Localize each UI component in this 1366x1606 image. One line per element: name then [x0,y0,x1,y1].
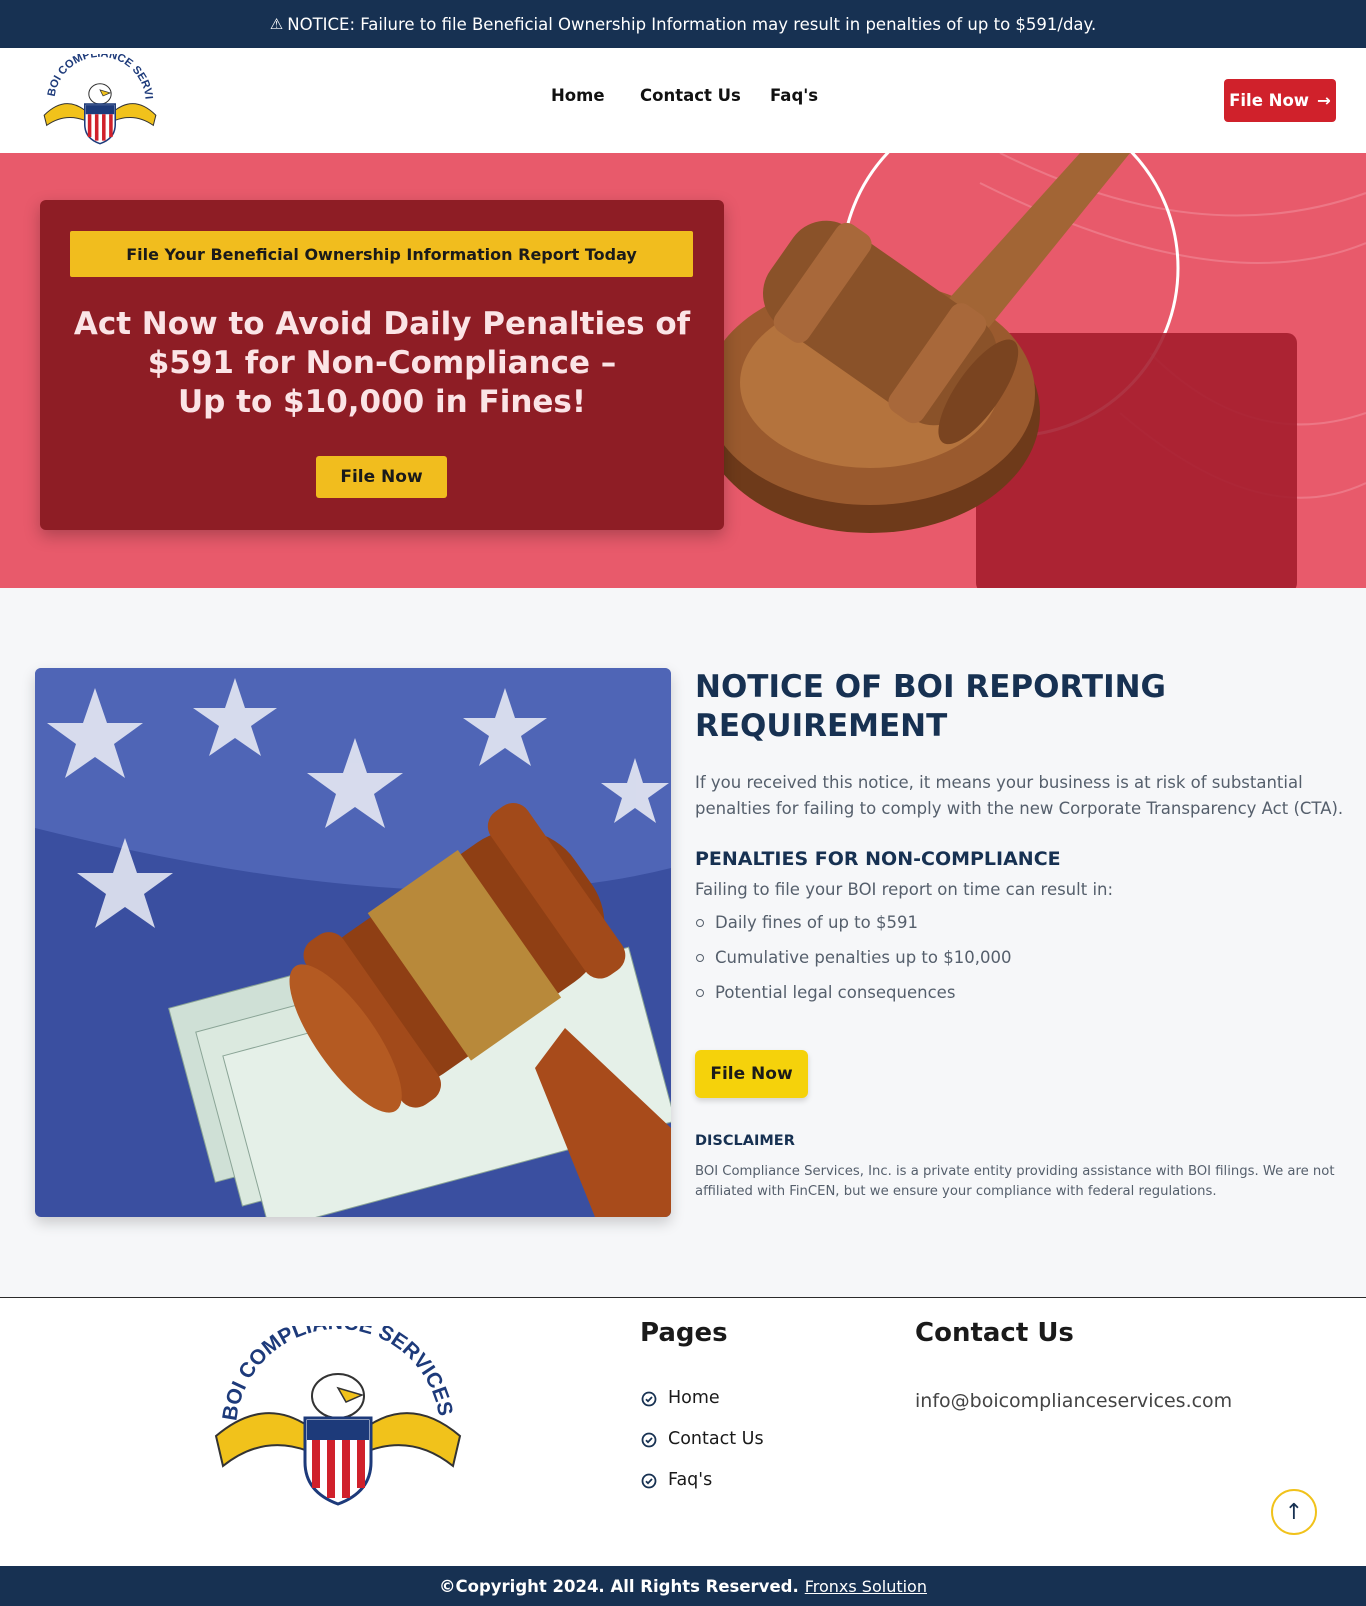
warning-icon: ⚠ [269,15,284,33]
arrow-right-icon: → [1317,91,1331,110]
footer-link-contact-us[interactable]: Contact Us [641,1429,764,1470]
footer-email-link[interactable]: info@boicomplianceservices.com [915,1390,1232,1412]
hero-tagline: File Your Beneficial Ownership Informati… [70,231,693,277]
check-circle-icon [641,1391,657,1407]
list-item: Cumulative penalties up to $10,000 [695,946,1345,981]
main-nav: Home Contact Us Faq's [0,48,1366,153]
notice-title-line1: NOTICE OF BOI REPORTING [695,669,1166,705]
notice-title: NOTICE OF BOI REPORTING REQUIREMENT [695,668,1345,746]
notice-file-now-button[interactable]: File Now [695,1050,808,1098]
nav-home[interactable]: Home [551,86,605,105]
arrow-up-icon: ↑ [1284,1499,1304,1525]
hero-heading-line2: $591 for Non-Compliance – [147,345,617,381]
footer-link-label: Faq's [668,1470,713,1490]
credit-link[interactable]: Fronxs Solution [805,1577,927,1596]
check-circle-icon [641,1432,657,1448]
top-notice-bar: ⚠ NOTICE: Failure to file Beneficial Own… [0,0,1366,48]
footer-pages-title: Pages [640,1318,728,1348]
header-file-now-label: File Now [1229,91,1310,110]
footer-pages-list: Home Contact Us Faq's [641,1388,764,1511]
footer-link-label: Home [668,1388,720,1408]
site-header: BOI COMPLIANCE SERVICES Home Contact Us … [0,48,1366,153]
footer-logo: BOI COMPLIANCE SERVICES [214,1326,462,1506]
back-to-top-button[interactable]: ↑ [1271,1489,1317,1535]
list-item: Potential legal consequences [695,981,1345,1016]
penalties-title: PENALTIES FOR NON-COMPLIANCE [695,848,1061,870]
check-circle-icon [641,1473,657,1489]
notice-title-line2: REQUIREMENT [695,708,948,744]
nav-faqs[interactable]: Faq's [770,86,818,105]
copyright-bar: ©Copyright 2024. All Rights Reserved. Fr… [0,1566,1366,1606]
footer-link-faqs[interactable]: Faq's [641,1470,764,1511]
hero-heading-line1: Act Now to Avoid Daily Penalties of [73,306,691,342]
penalties-intro: Failing to file your BOI report on time … [695,880,1114,899]
boi-notice-section: NOTICE OF BOI REPORTING REQUIREMENT If y… [695,668,1345,1199]
disclaimer-title: DISCLAIMER [695,1133,795,1149]
notice-intro: If you received this notice, it means yo… [695,773,1344,818]
hero-banner: File Your Beneficial Ownership Informati… [0,153,1366,588]
notice-text: NOTICE: Failure to file Beneficial Owner… [287,14,1097,34]
footer-contact-title: Contact Us [915,1318,1074,1348]
hero-heading-line3: Up to $10,000 in Fines! [177,384,587,420]
footer-link-home[interactable]: Home [641,1388,764,1429]
gavel-money-flag-image [35,668,671,1217]
copyright-text: ©Copyright 2024. All Rights Reserved. [439,1576,799,1596]
hero-file-now-button[interactable]: File Now [316,456,447,498]
footer-link-label: Contact Us [668,1429,764,1449]
hero-heading: Act Now to Avoid Daily Penalties of $591… [40,305,724,422]
disclaimer-text: BOI Compliance Services, Inc. is a priva… [695,1164,1335,1199]
list-item: Daily fines of up to $591 [695,911,1345,946]
penalties-list: Daily fines of up to $591 Cumulative pen… [695,911,1345,1016]
hero-card: File Your Beneficial Ownership Informati… [40,200,724,530]
header-file-now-button[interactable]: File Now → [1224,79,1336,122]
site-footer: BOI COMPLIANCE SERVICES Pages Home Conta… [0,1297,1366,1566]
nav-contact-us[interactable]: Contact Us [640,86,741,105]
